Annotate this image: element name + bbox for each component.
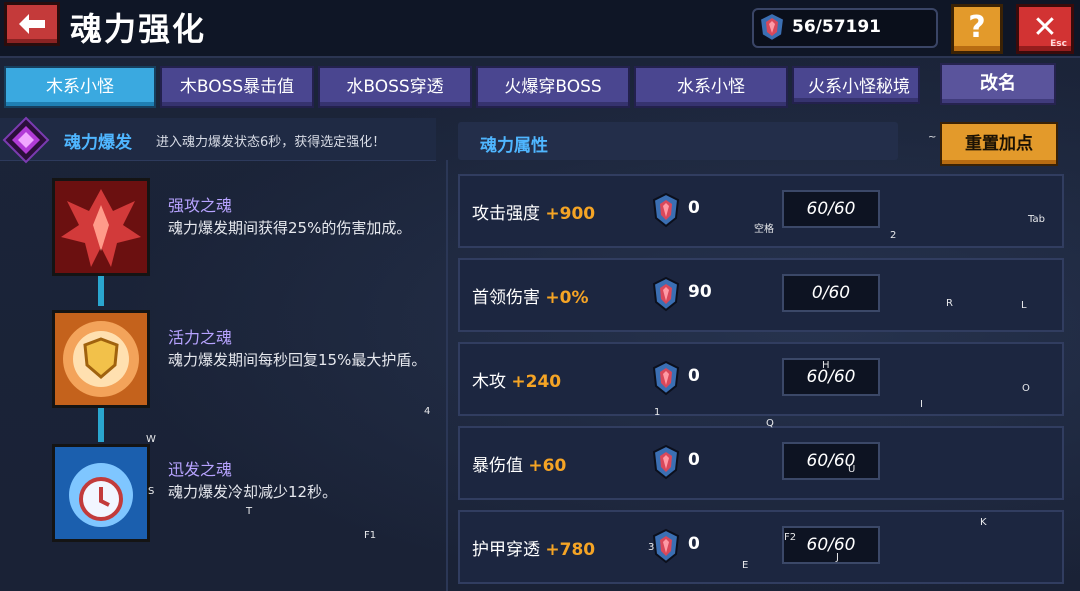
help-button[interactable]: ? [951,4,1003,54]
attribute-bonus: +0% [545,288,589,308]
tab-4[interactable]: 水系小怪 [634,66,788,108]
attributes-header: 魂力属性 [458,122,898,160]
key-hint: ~ [928,132,937,143]
key-hint: T [246,506,253,517]
attribute-name: 攻击强度 [472,204,546,224]
attribute-cost: 0 [688,366,700,386]
attribute-level-button[interactable]: 0/60 [782,274,880,312]
key-hint: U [848,464,856,475]
clock-icon[interactable] [52,444,150,542]
soul-currency-counter: 56/57191 [752,8,938,48]
rename-button[interactable]: 改名 [940,63,1056,105]
chain-connector [98,272,104,306]
key-hint: F1 [364,530,377,541]
attribute-bonus: +60 [528,456,567,476]
tab-2[interactable]: 水BOSS穿透 [318,66,472,108]
soul-gem-icon [652,276,680,312]
close-key-hint: Esc [1050,39,1067,49]
key-hint: F2 [784,532,797,543]
key-hint: I [920,399,923,410]
soul-gem-icon [652,528,680,564]
tab-0[interactable]: 木系小怪 [4,66,156,108]
key-hint: H [822,360,830,371]
attribute-level-button[interactable]: 60/60 [782,442,880,480]
back-button[interactable] [4,2,60,46]
attribute-cost: 0 [688,450,700,470]
attribute-bonus: +900 [545,204,596,224]
soul-gem-icon [652,444,680,480]
key-hint: 2 [890,230,897,241]
attributes-title: 魂力属性 [480,136,548,156]
currency-value: 56/57191 [792,17,882,37]
attribute-row: 木攻 +240 0 60/60 [458,342,1064,416]
soul-gem-icon [652,192,680,228]
tab-5[interactable]: 火系小怪秘境 [792,66,920,104]
key-hint: K [980,517,987,528]
attribute-level-button[interactable]: 60/60 [782,190,880,228]
attribute-name: 木攻 [472,372,512,392]
red-spiky-icon[interactable] [52,178,150,276]
key-hint: J [836,552,839,563]
key-hint: O [1022,383,1030,394]
arrow-left-icon [19,14,45,34]
key-hint: 1 [654,407,661,418]
key-hint: 4 [424,406,431,417]
skill-desc: 魂力爆发期间每秒回复15%最大护盾。 [168,351,427,369]
attribute-name: 暴伤值 [472,456,529,476]
soul-gem-icon [758,11,786,43]
soul-burst-header: 魂力爆发 进入魂力爆发状态6秒，获得选定强化！ [0,116,436,164]
skill-desc: 魂力爆发期间获得25%的伤害加成。 [168,219,412,237]
skill-desc: 魂力爆发冷却减少12秒。 [168,483,338,501]
attribute-name: 护甲穿透 [472,540,546,560]
key-hint: E [742,560,749,571]
attribute-bonus: +240 [511,372,562,392]
key-hint: W [146,434,156,445]
page-title: 魂力强化 [70,10,207,48]
key-hint: L [1021,300,1027,311]
skill-name: 强攻之魂 [168,196,233,215]
soul-burst-desc: 进入魂力爆发状态6秒，获得选定强化！ [156,135,386,150]
attribute-level-button[interactable]: 60/60 [782,358,880,396]
attribute-level-button[interactable]: 60/60 [782,526,880,564]
tab-1[interactable]: 木BOSS暴击值 [160,66,314,108]
attribute-name: 首领伤害 [472,288,546,308]
attribute-cost: 0 [688,198,700,218]
attribute-cost: 90 [688,282,712,302]
attribute-bonus: +780 [545,540,596,560]
attribute-row: 暴伤值 +60 0 60/60 [458,426,1064,500]
close-button[interactable]: ✕ Esc [1016,4,1074,54]
key-hint: R [946,298,953,309]
key-hint: 空格 [754,224,774,235]
key-hint: 3 [648,542,655,553]
shield-icon[interactable] [52,310,150,408]
key-hint: S [148,486,155,497]
key-hint: Q [766,418,774,429]
attribute-cost: 0 [688,534,700,554]
reset-points-button[interactable]: 重置加点 [940,122,1058,166]
attribute-row: 首领伤害 +0% 90 0/60 [458,258,1064,332]
panel-divider [446,160,448,591]
skill-name: 迅发之魂 [168,460,233,479]
skill-name: 活力之魂 [168,328,233,347]
soul-burst-name: 魂力爆发 [64,133,132,153]
attribute-row: 攻击强度 +900 0 60/60 [458,174,1064,248]
attribute-row: 护甲穿透 +780 0 60/60 [458,510,1064,584]
key-hint: Tab [1028,214,1045,225]
chain-connector [98,404,104,442]
soul-gem-icon [652,360,680,396]
soul-burst-icon [2,116,50,164]
tab-3[interactable]: 火爆穿BOSS [476,66,630,108]
